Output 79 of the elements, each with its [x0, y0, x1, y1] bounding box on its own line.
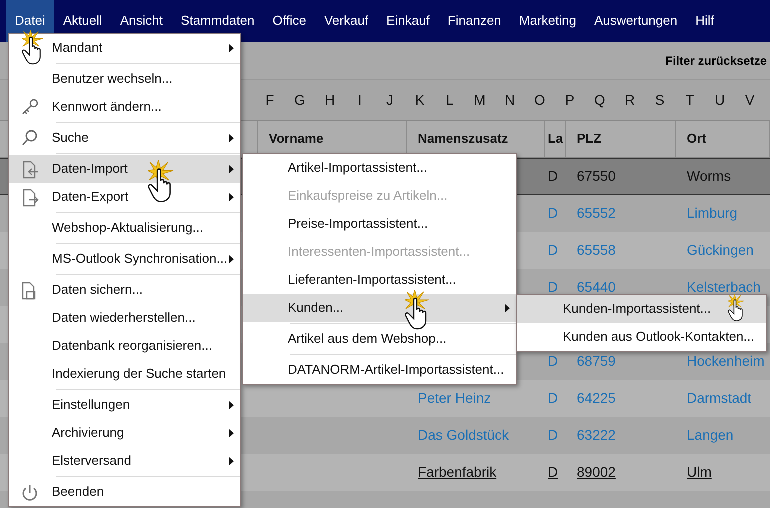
table-cell-text: Farbenfabrik	[418, 463, 497, 482]
menu-tab[interactable]: Finanzen	[438, 0, 510, 42]
menu-item[interactable]: Daten-Import	[9, 155, 240, 183]
table-cell-text: D	[548, 278, 558, 297]
table-cell-text: Kelsterbach	[687, 278, 761, 297]
table-cell-text: 65552	[577, 204, 616, 223]
letter-filter[interactable]: M	[465, 90, 495, 110]
menu-tab[interactable]: Office	[264, 0, 316, 42]
letter-filter[interactable]: R	[615, 90, 645, 110]
table-cell-text: Langen	[687, 426, 734, 445]
table-cell-text: 67550	[577, 167, 616, 186]
menu-item[interactable]: Artikel aus dem Webshop...	[243, 325, 516, 353]
table-cell-text: 65558	[577, 241, 616, 260]
search-icon	[21, 130, 39, 146]
power-icon	[21, 484, 39, 502]
letter-filter[interactable]: H	[315, 90, 345, 110]
key-icon	[21, 99, 39, 115]
table-cell-text: Worms	[687, 167, 732, 186]
menu-item[interactable]: MS-Outlook Synchronisation...	[9, 245, 240, 273]
table-cell-text: Limburg	[687, 204, 738, 223]
letter-filter[interactable]: U	[705, 90, 735, 110]
letter-filter[interactable]: L	[435, 90, 465, 110]
table-cell-text: D	[548, 241, 558, 260]
letter-filter[interactable]: T	[675, 90, 705, 110]
table-cell-text: D	[548, 463, 558, 482]
menu-item[interactable]: Daten sichern...	[9, 276, 240, 304]
table-cell-text: Gückingen	[687, 241, 754, 260]
filter-reset-button[interactable]: Filter zurücksetze	[666, 52, 767, 70]
menu-item[interactable]: Artikel-Importassistent...	[243, 154, 516, 182]
table-cell-text: 64225	[577, 389, 616, 408]
letter-filter[interactable]: S	[645, 90, 675, 110]
menu-tab[interactable]: Verkauf	[315, 0, 378, 42]
table-cell-text: 68759	[577, 352, 616, 371]
letter-filter[interactable]: K	[405, 90, 435, 110]
document-arrow-icon	[21, 189, 39, 207]
menu-item[interactable]: Preise-Importassistent...	[243, 210, 516, 238]
menu-item[interactable]: Daten-Export	[9, 183, 240, 211]
column-header[interactable]: La	[545, 121, 566, 157]
letter-filter[interactable]: F	[255, 90, 285, 110]
letter-filter[interactable]: J	[375, 90, 405, 110]
table-cell-text: 65440	[577, 278, 616, 297]
column-header[interactable]: Ort	[676, 121, 770, 157]
menu-item[interactable]: Webshop-Aktualisierung...	[9, 214, 240, 242]
letter-filter[interactable]: N	[495, 90, 525, 110]
menu-item[interactable]: Benutzer wechseln...	[9, 65, 240, 93]
menu-tab[interactable]: Auswertungen	[585, 0, 687, 42]
table-cell-text: Peter Heinz	[418, 389, 492, 408]
letter-filter[interactable]: I	[345, 90, 375, 110]
table-cell-text: Darmstadt	[687, 389, 752, 408]
menu-item[interactable]: Kunden aus Outlook-Kontakten...	[517, 323, 766, 351]
table-cell-text: D	[548, 426, 558, 445]
menu-tab[interactable]: Hilf	[686, 0, 724, 42]
table-cell-text: Hockenheim	[687, 352, 765, 371]
menu-tab[interactable]: Marketing	[510, 0, 586, 42]
menu-item[interactable]: Suche	[9, 124, 240, 152]
menu-item[interactable]: Kennwort ändern...	[9, 93, 240, 121]
table-cell-text: 89002	[577, 463, 616, 482]
column-header[interactable]: PLZ	[566, 121, 676, 157]
letter-filter[interactable]: O	[525, 90, 555, 110]
menu-item[interactable]: Archivierung	[9, 419, 240, 447]
table-cell-text: Das Goldstück	[418, 426, 510, 445]
document-arrow-icon	[21, 161, 39, 179]
letter-filter[interactable]: V	[735, 90, 765, 110]
menu-item[interactable]: Lieferanten-Importassistent...	[243, 266, 516, 294]
letter-filter[interactable]: G	[285, 90, 315, 110]
menu-item[interactable]: Kunden...	[243, 294, 516, 322]
menu-tab[interactable]: Einkauf	[378, 0, 439, 42]
table-cell-text: D	[548, 389, 558, 408]
table-cell-text: D	[548, 167, 558, 186]
letter-filter[interactable]: Q	[585, 90, 615, 110]
menu-item[interactable]: Einstellungen	[9, 391, 240, 419]
table-cell-text: D	[548, 204, 558, 223]
table-cell-text: Ulm	[687, 463, 712, 482]
table-cell-text: D	[548, 352, 558, 371]
menu-item[interactable]: Datenbank reorganisieren...	[9, 332, 240, 360]
letter-filter[interactable]: P	[555, 90, 585, 110]
menu-item[interactable]: Daten wiederherstellen...	[9, 304, 240, 332]
menu-item[interactable]: Kunden-Importassistent...	[517, 295, 766, 323]
table-cell-text: 63222	[577, 426, 616, 445]
